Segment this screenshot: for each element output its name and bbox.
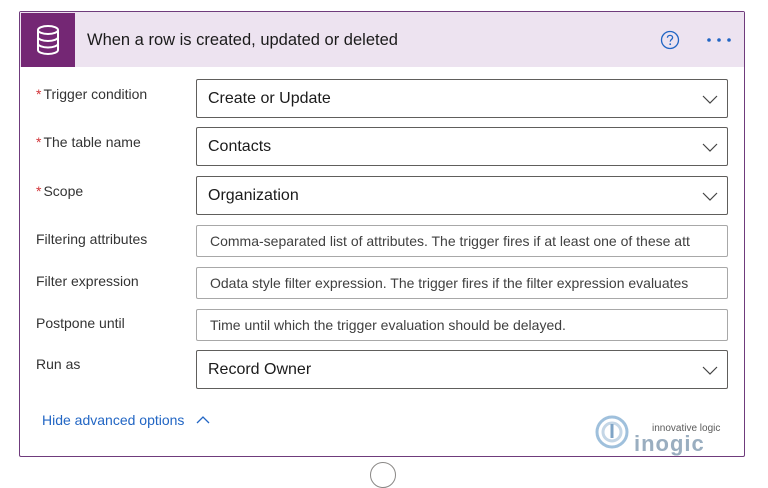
- chevron-down-icon: [702, 143, 718, 152]
- run-as-value: Record Owner: [208, 361, 312, 378]
- run-as-dropdown[interactable]: Record Owner: [196, 350, 728, 389]
- table-name-label: * The table name: [36, 134, 141, 150]
- chevron-up-icon: [196, 416, 210, 424]
- add-step-connector[interactable]: [370, 462, 396, 488]
- card-header[interactable]: When a row is created, updated or delete…: [20, 12, 744, 67]
- required-marker: *: [36, 183, 42, 199]
- chevron-down-icon: [702, 95, 718, 104]
- trigger-condition-value: Create or Update: [208, 90, 331, 107]
- filter-expression-placeholder: Odata style filter expression. The trigg…: [210, 275, 689, 291]
- trigger-card: When a row is created, updated or delete…: [19, 11, 745, 457]
- filter-expression-input[interactable]: Odata style filter expression. The trigg…: [196, 267, 728, 299]
- scope-label: * Scope: [36, 183, 84, 199]
- postpone-until-label: Postpone until: [36, 315, 125, 331]
- run-as-label: Run as: [36, 356, 81, 372]
- trigger-condition-label: * Trigger condition: [36, 86, 148, 102]
- table-name-dropdown[interactable]: Contacts: [196, 127, 728, 166]
- filtering-attributes-placeholder: Comma-separated list of attributes. The …: [210, 233, 690, 249]
- database-icon: [21, 13, 75, 67]
- required-marker: *: [36, 134, 42, 150]
- chevron-down-icon: [702, 192, 718, 201]
- more-ellipsis-icon[interactable]: [704, 30, 734, 50]
- postpone-until-input[interactable]: Time until which the trigger evaluation …: [196, 309, 728, 341]
- chevron-down-icon: [702, 366, 718, 375]
- filtering-attributes-label: Filtering attributes: [36, 231, 148, 247]
- card-title: When a row is created, updated or delete…: [87, 31, 398, 49]
- filter-expression-label: Filter expression: [36, 273, 139, 289]
- scope-value: Organization: [208, 187, 299, 204]
- trigger-condition-dropdown[interactable]: Create or Update: [196, 79, 728, 118]
- table-name-value: Contacts: [208, 138, 272, 155]
- help-circle-icon[interactable]: [660, 30, 680, 50]
- postpone-until-placeholder: Time until which the trigger evaluation …: [210, 317, 566, 333]
- hide-advanced-options-label: Hide advanced options: [42, 412, 185, 428]
- logo-brand: inogic: [634, 431, 705, 456]
- scope-dropdown[interactable]: Organization: [196, 176, 728, 215]
- hide-advanced-options-link[interactable]: Hide advanced options: [42, 412, 210, 428]
- filtering-attributes-input[interactable]: Comma-separated list of attributes. The …: [196, 225, 728, 257]
- inogic-logo-icon: [595, 415, 629, 449]
- required-marker: *: [36, 86, 42, 102]
- inogic-logo: innovative logic inogic: [594, 412, 728, 456]
